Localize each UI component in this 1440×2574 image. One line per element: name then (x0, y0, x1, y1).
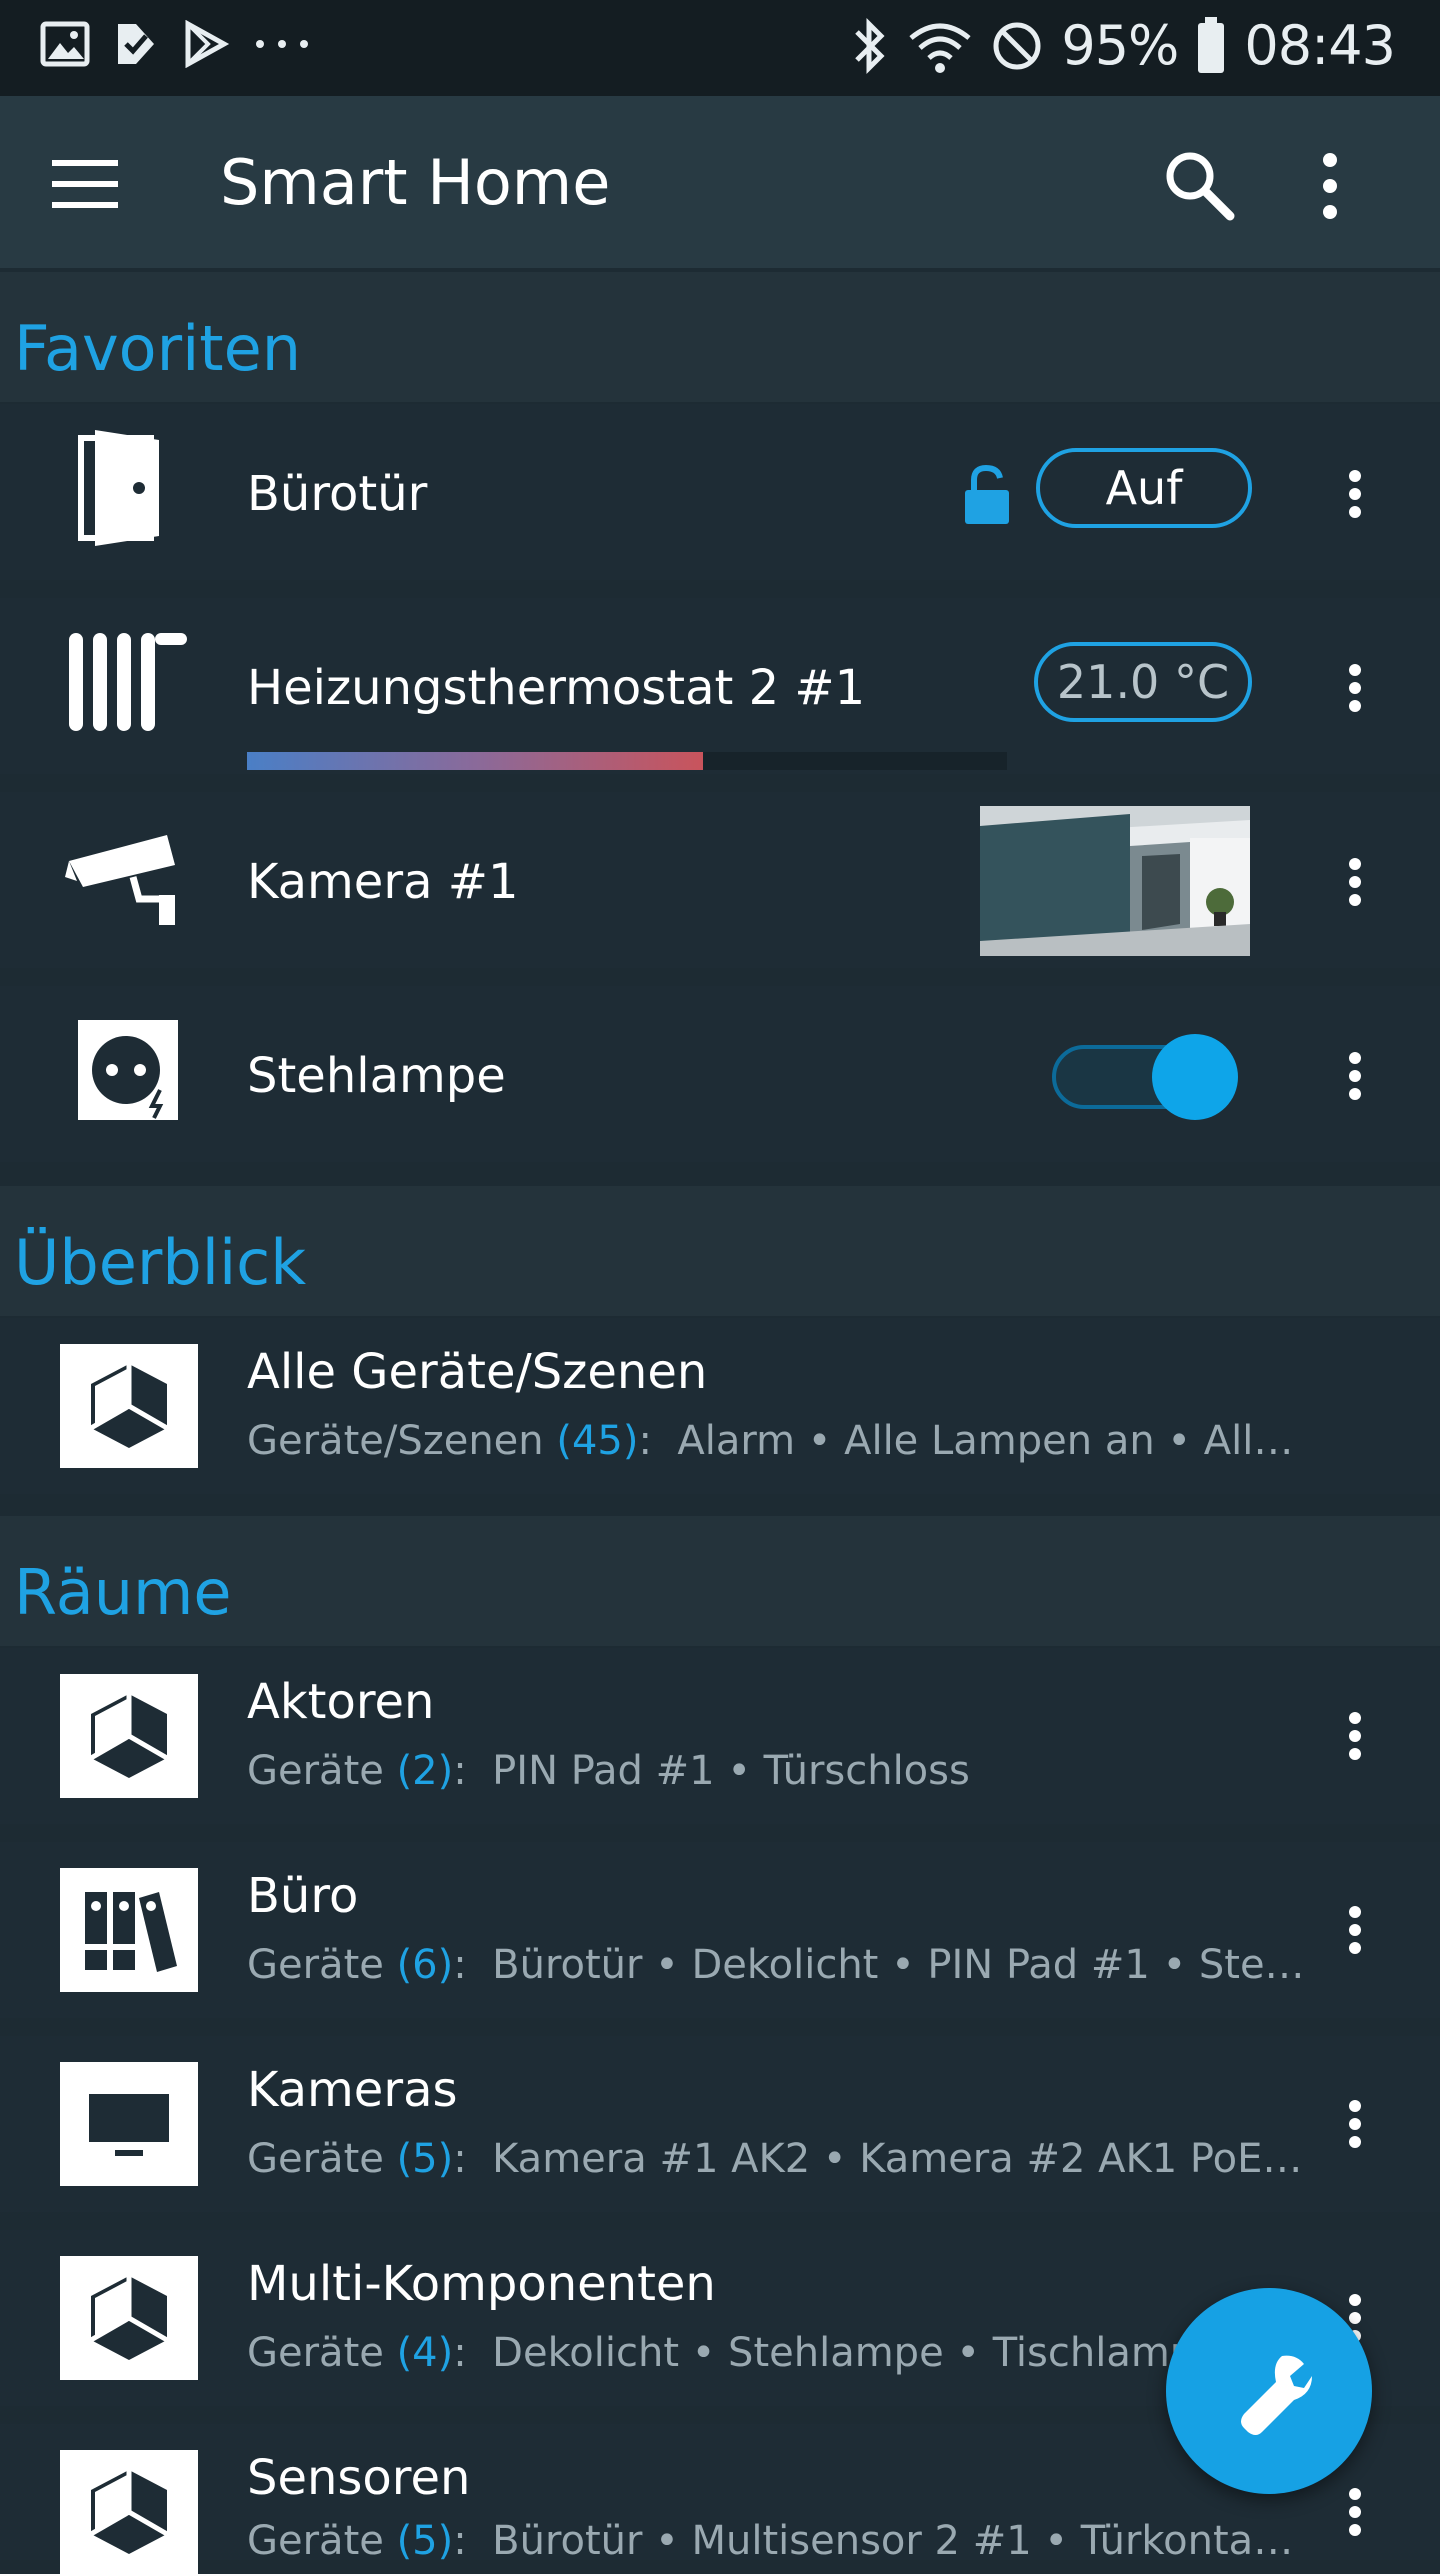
room-subtitle: Geräte (5): Kamera #1 AK2 • Kamera #2 AK… (247, 2136, 1303, 2182)
favorite-row-door[interactable]: Bürotür Auf (0, 404, 1440, 580)
favorite-row-thermostat[interactable]: Heizungsthermostat 2 #1 21.0 °C (0, 598, 1440, 774)
wrench-icon (1241, 2355, 1312, 2435)
search-icon[interactable] (1160, 146, 1240, 226)
door-icon (58, 418, 198, 558)
camera-preview[interactable] (980, 806, 1250, 956)
battery-icon (1198, 16, 1225, 73)
favorite-title: Heizungsthermostat 2 #1 (247, 660, 866, 716)
row-more-icon[interactable] (1330, 454, 1380, 534)
row-more-icon[interactable] (1330, 1696, 1380, 1776)
sub-items: Kamera #1 AK2 • Kamera #2 AK1 PoE… (492, 2136, 1303, 2182)
room-row-buero[interactable]: Büro Geräte (6): Bürotür • Dekolicht • P… (0, 1842, 1440, 2018)
sub-count: (6) (396, 1942, 454, 1988)
sub-items: PIN Pad #1 • Türschloss (492, 1748, 970, 1794)
room-row-aktoren[interactable]: Aktoren Geräte (2): PIN Pad #1 • Türschl… (0, 1648, 1440, 1824)
power-socket-icon (58, 1000, 198, 1140)
cube-icon (60, 1344, 198, 1468)
room-row-kameras[interactable]: Kameras Geräte (5): Kamera #1 AK2 • Kame… (0, 2036, 1440, 2212)
sub-label: Geräte (247, 2518, 384, 2564)
sub-items: Alarm • Alle Lampen an • All… (677, 1418, 1294, 1464)
favorite-title: Stehlampe (247, 1048, 506, 1104)
binders-icon (60, 1868, 198, 1992)
sub-count: (5) (396, 2136, 454, 2182)
sub-count: (5) (396, 2518, 454, 2564)
sub-count: (2) (396, 1748, 454, 1794)
gallery-icon (40, 21, 90, 67)
clock: 08:43 (1244, 14, 1396, 77)
wifi-icon (909, 23, 971, 73)
room-subtitle: Geräte (6): Bürotür • Dekolicht • PIN Pa… (247, 1942, 1305, 1988)
sub-label: Geräte/Szenen (247, 1418, 544, 1464)
temperature-readout[interactable]: 21.0 °C (1034, 642, 1252, 722)
section-title: Räume (14, 1556, 232, 1629)
task-check-icon (118, 24, 154, 64)
room-subtitle: Geräte (5): Bürotür • Multisensor 2 #1 •… (247, 2518, 1294, 2564)
room-subtitle: Geräte (4): Dekolicht • Stehlampe • Tisc… (247, 2330, 1220, 2376)
room-title: Multi-Komponenten (247, 2256, 716, 2312)
sub-items: Bürotür • Multisensor 2 #1 • Türkonta… (492, 2518, 1294, 2564)
overview-title: Alle Geräte/Szenen (247, 1344, 708, 1400)
overview-row-all-devices[interactable]: Alle Geräte/Szenen Geräte/Szenen (45): A… (0, 1318, 1440, 1494)
row-more-icon[interactable] (1330, 648, 1380, 728)
row-more-icon[interactable] (1330, 842, 1380, 922)
do-not-disturb-icon (993, 22, 1041, 69)
sub-label: Geräte (247, 1748, 384, 1794)
more-notifications-icon (256, 40, 308, 48)
temperature-level-bar (247, 752, 1007, 770)
cube-icon (60, 1674, 198, 1798)
cube-icon (60, 2450, 198, 2574)
section-title: Überblick (14, 1226, 307, 1299)
sub-label: Geräte (247, 2136, 384, 2182)
monitor-icon (60, 2062, 198, 2186)
sub-count: (45) (556, 1418, 639, 1464)
unlock-icon (965, 464, 1009, 524)
row-more-icon[interactable] (1330, 2084, 1380, 2164)
section-favorites: Favoriten (0, 272, 1440, 402)
row-more-icon[interactable] (1330, 2472, 1380, 2552)
overflow-menu-icon[interactable] (1300, 146, 1360, 226)
door-open-button[interactable]: Auf (1036, 448, 1252, 528)
temperature-level-fill (247, 752, 703, 770)
lamp-toggle-knob[interactable] (1152, 1034, 1238, 1120)
section-overview: Überblick (0, 1186, 1440, 1316)
app-bar: Smart Home (0, 96, 1440, 268)
status-bar: 95% 08:43 (0, 0, 1440, 96)
overview-subtitle: Geräte/Szenen (45): Alarm • Alle Lampen … (247, 1418, 1294, 1464)
row-more-icon[interactable] (1330, 1890, 1380, 1970)
camera-icon (58, 806, 198, 946)
play-store-icon (185, 20, 230, 68)
room-title: Büro (247, 1868, 359, 1924)
favorite-title: Kamera #1 (247, 854, 519, 910)
notification-icons (40, 20, 312, 68)
cube-icon (60, 2256, 198, 2380)
settings-fab[interactable] (1166, 2288, 1372, 2494)
sub-items: Dekolicht • Stehlampe • Tischlampe (492, 2330, 1220, 2376)
room-title: Sensoren (247, 2450, 471, 2506)
room-title: Kameras (247, 2062, 458, 2118)
system-icons: 95% 08:43 (849, 14, 1396, 77)
favorite-title: Bürotür (247, 466, 428, 522)
room-subtitle: Geräte (2): PIN Pad #1 • Türschloss (247, 1748, 970, 1794)
section-title: Favoriten (14, 312, 302, 385)
radiator-icon (58, 612, 198, 752)
battery-percent: 95% (1061, 14, 1179, 77)
sub-count: (4) (396, 2330, 454, 2376)
bluetooth-icon (855, 17, 885, 74)
row-more-icon[interactable] (1330, 1036, 1380, 1116)
menu-icon[interactable] (50, 156, 120, 212)
room-title: Aktoren (247, 1674, 435, 1730)
sub-items: Bürotür • Dekolicht • PIN Pad #1 • Ste… (492, 1942, 1305, 1988)
sub-label: Geräte (247, 1942, 384, 1988)
section-rooms: Räume (0, 1516, 1440, 1646)
page-title: Smart Home (220, 146, 611, 219)
sub-label: Geräte (247, 2330, 384, 2376)
